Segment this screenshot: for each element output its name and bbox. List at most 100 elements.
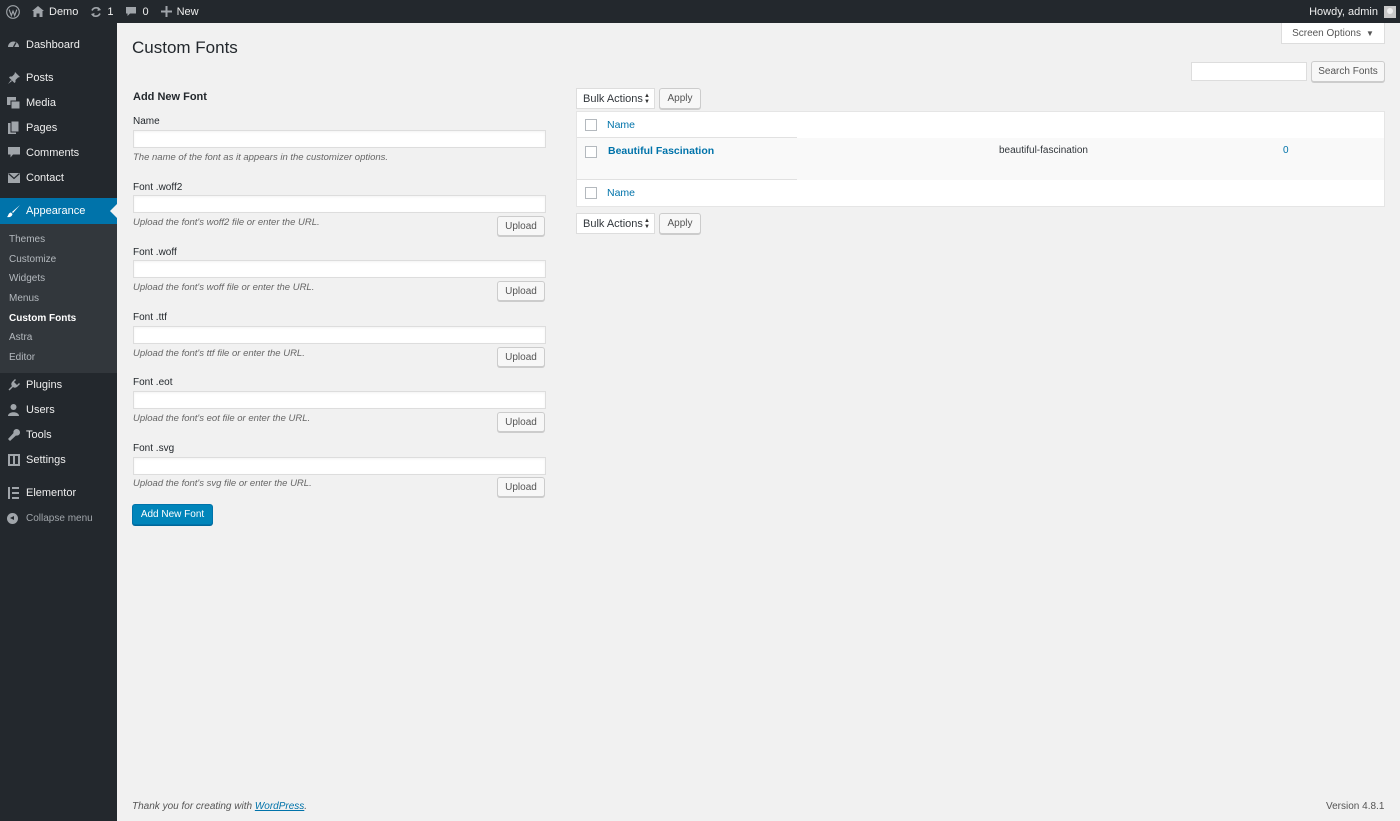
menu-label: Pages (26, 121, 58, 134)
menu-item-posts[interactable]: Posts (0, 65, 117, 90)
submenu-item-themes[interactable]: Themes (0, 230, 117, 250)
menu-label: Elementor (26, 487, 77, 500)
bulk-actions-select-top[interactable]: Bulk Actions ▲ ▼ (576, 88, 655, 109)
bulk-actions-label: Bulk Actions (583, 92, 643, 105)
menu-label: Contact (26, 171, 64, 184)
my-account-link[interactable]: Howdy, admin (1303, 0, 1400, 23)
submenu-item-menus[interactable]: Menus (0, 289, 117, 309)
add-new-font-button[interactable]: Add New Font (132, 504, 213, 525)
woff2-upload-button[interactable]: Upload (497, 216, 545, 236)
woff-url-input[interactable] (133, 260, 546, 278)
add-new-font-heading: Add New Font (133, 91, 207, 103)
submenu-item-customize[interactable]: Customize (0, 250, 117, 270)
collapse-label: Collapse menu (26, 512, 93, 524)
ttf-url-input[interactable] (133, 326, 546, 344)
svg-label: Font .svg (133, 443, 175, 454)
search-fonts-button[interactable]: Search Fonts (1311, 61, 1385, 82)
menu-item-users[interactable]: Users (0, 398, 117, 423)
menu-item-settings[interactable]: Settings (0, 448, 117, 473)
wrench-icon (7, 429, 20, 442)
menu-item-contact[interactable]: Contact (0, 165, 117, 190)
eot-description: Upload the font's eot file or enter the … (133, 413, 311, 424)
submenu-item-editor[interactable]: Editor (0, 348, 117, 368)
svg-upload-button[interactable]: Upload (497, 477, 545, 497)
ttf-upload-button[interactable]: Upload (497, 347, 545, 367)
column-header-name[interactable]: Name (607, 119, 635, 131)
woff2-url-input[interactable] (133, 195, 546, 213)
elementor-icon (7, 487, 20, 500)
apply-button-bottom[interactable]: Apply (659, 213, 701, 234)
name-description: The name of the font as it appears in th… (133, 152, 389, 163)
dashboard-icon (7, 38, 20, 51)
brush-icon (7, 204, 20, 218)
woff-description: Upload the font's woff file or enter the… (133, 282, 315, 293)
woff-upload-button[interactable]: Upload (497, 281, 545, 301)
menu-label: Users (26, 404, 55, 417)
woff2-description: Upload the font's woff2 file or enter th… (133, 217, 320, 228)
updates-count: 1 (107, 5, 114, 18)
menu-item-elementor[interactable]: Elementor (0, 481, 117, 506)
menu-item-tools[interactable]: Tools (0, 423, 117, 448)
updates-icon (90, 6, 102, 18)
select-all-checkbox[interactable] (585, 119, 597, 131)
svg-url-input[interactable] (133, 457, 546, 475)
submenu-item-widgets[interactable]: Widgets (0, 269, 117, 289)
submenu-item-astra[interactable]: Astra (0, 328, 117, 348)
updates-link[interactable]: 1 (84, 0, 119, 23)
pages-icon (7, 121, 20, 134)
menu-item-media[interactable]: Media (0, 90, 117, 115)
font-name-input[interactable] (133, 130, 546, 148)
new-label: New (176, 5, 199, 18)
menu-item-comments[interactable]: Comments (0, 140, 117, 165)
media-icon (7, 96, 20, 109)
name-label: Name (133, 116, 160, 127)
new-content-link[interactable]: New (155, 0, 205, 23)
thanks-suffix: . (304, 801, 308, 812)
wordpress-link[interactable]: WordPress (255, 801, 304, 812)
menu-label: Appearance (26, 205, 86, 217)
greeting: Howdy, admin (1309, 5, 1378, 18)
thanks-text: Thank you for creating with (132, 801, 255, 812)
menu-label: Settings (26, 454, 66, 467)
menu-item-dashboard[interactable]: Dashboard (0, 32, 117, 57)
woff2-label: Font .woff2 (133, 182, 183, 193)
site-name-link[interactable]: Demo (26, 0, 84, 23)
wordpress-logo-icon[interactable] (0, 0, 26, 23)
woff-label: Font .woff (133, 247, 177, 258)
row-checkbox[interactable] (585, 146, 597, 158)
settings-icon (7, 454, 20, 467)
eot-upload-button[interactable]: Upload (497, 412, 545, 432)
fonts-list-table: Name Beautiful Fascination beautiful-fas… (576, 111, 1385, 207)
font-slug: beautiful-fascination (999, 145, 1088, 156)
menu-label: Dashboard (26, 38, 80, 51)
apply-button-top[interactable]: Apply (659, 88, 701, 109)
avatar (1384, 5, 1396, 18)
plug-icon (7, 379, 20, 392)
select-all-checkbox-bottom[interactable] (585, 187, 597, 199)
table-row: Beautiful Fascination beautiful-fascinat… (577, 138, 1384, 180)
screen-options-button[interactable]: Screen Options ▼ (1281, 23, 1385, 44)
column-footer-name[interactable]: Name (607, 187, 635, 199)
collapse-icon (7, 512, 18, 524)
menu-label: Tools (26, 429, 52, 442)
menu-item-appearance[interactable]: Appearance (0, 198, 117, 224)
table-footer-row: Name (577, 180, 1384, 206)
font-count-link[interactable]: 0 (1283, 145, 1289, 156)
select-arrows-icon: ▲ ▼ (644, 93, 650, 105)
caret-down-icon: ▼ (1366, 28, 1374, 38)
submenu-item-custom-fonts[interactable]: Custom Fonts (0, 309, 117, 329)
appearance-submenu: Themes Customize Widgets Menus Custom Fo… (0, 224, 117, 373)
menu-item-plugins[interactable]: Plugins (0, 373, 117, 398)
font-name-link[interactable]: Beautiful Fascination (608, 145, 714, 157)
eot-url-input[interactable] (133, 391, 546, 409)
collapse-menu-button[interactable]: Collapse menu (0, 506, 117, 531)
comments-link[interactable]: 0 (119, 0, 154, 23)
bulk-actions-select-bottom[interactable]: Bulk Actions ▲ ▼ (576, 213, 655, 234)
admin-sidebar: Dashboard Posts Media Pages Comments Con… (0, 23, 117, 821)
menu-label: Plugins (26, 379, 63, 392)
version-text: Version 4.8.1 (1326, 801, 1385, 812)
search-fonts-input[interactable] (1191, 62, 1307, 81)
menu-label: Posts (26, 71, 54, 84)
menu-item-pages[interactable]: Pages (0, 115, 117, 140)
screen-options-label: Screen Options (1292, 27, 1361, 39)
